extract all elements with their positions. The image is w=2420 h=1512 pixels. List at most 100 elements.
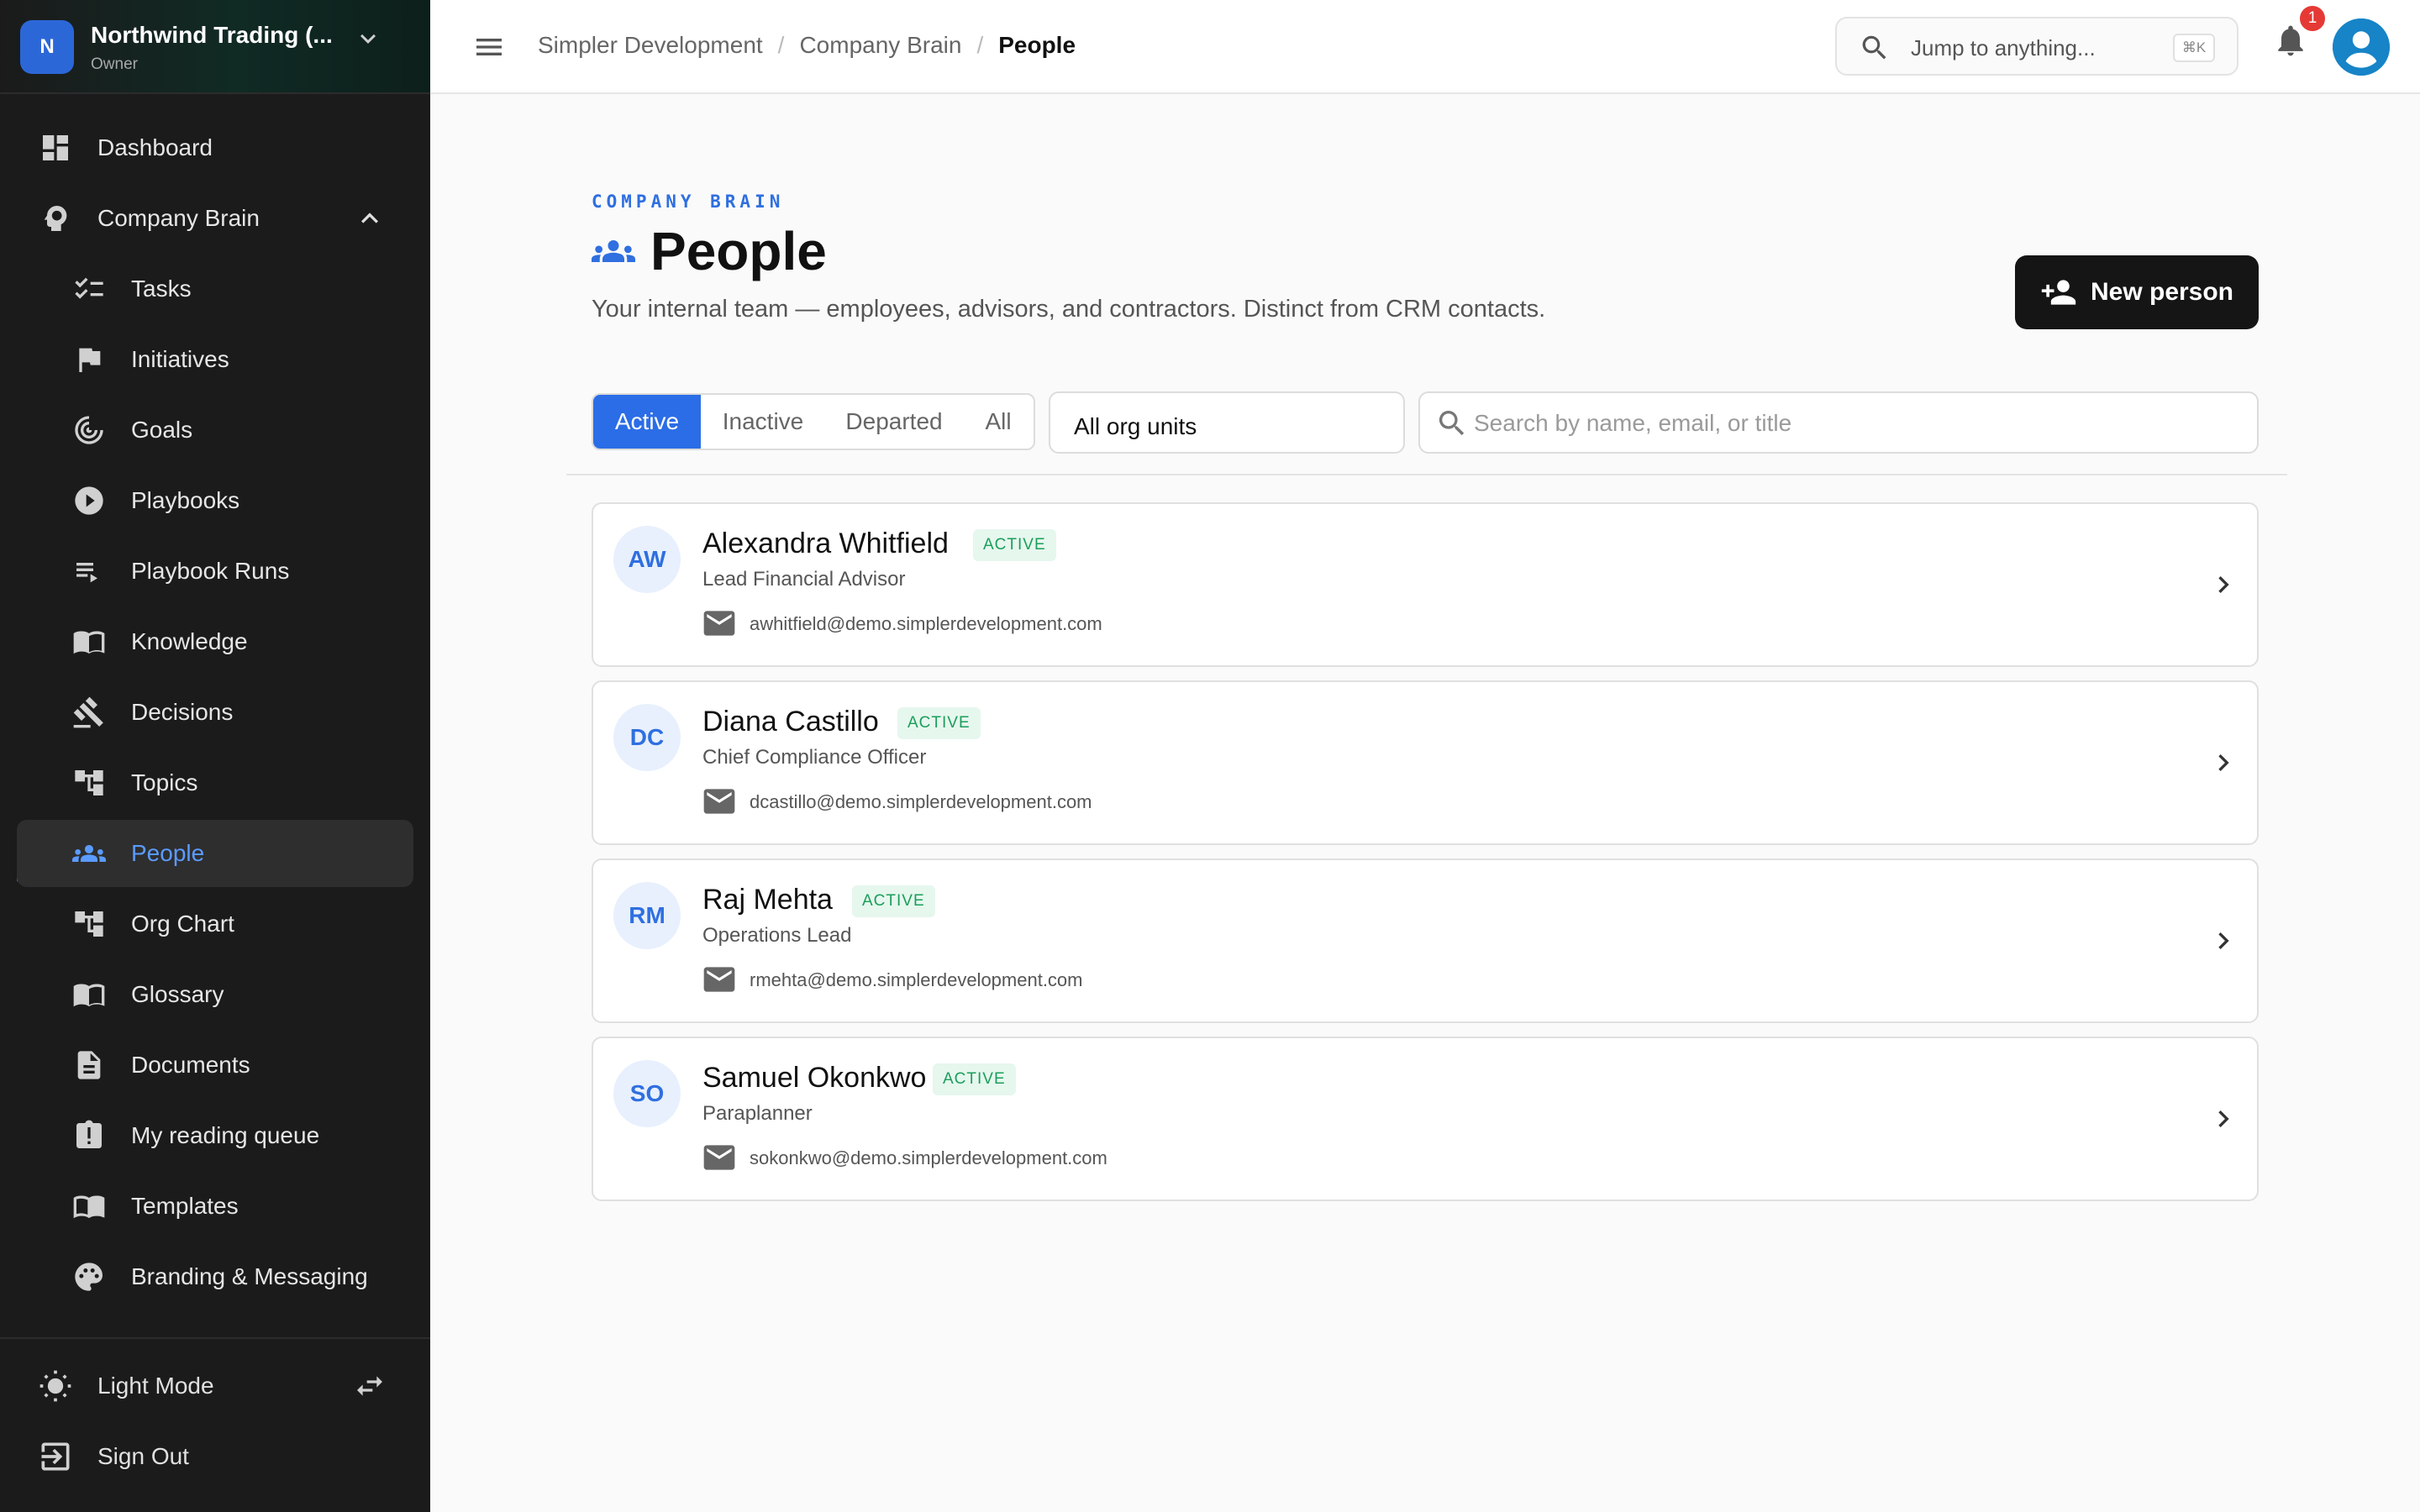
status-badge: ACTIVE [933, 1063, 1016, 1095]
person-title: Paraplanner [702, 1102, 813, 1125]
sidebar-item-playbooks[interactable]: Playbooks [17, 467, 413, 534]
sidebar-item-templates[interactable]: Templates [17, 1173, 413, 1240]
menu-icon[interactable] [472, 30, 506, 64]
mail-icon [701, 783, 738, 820]
person-name: Alexandra Whitfield [702, 528, 949, 559]
breadcrumb-item[interactable]: Company Brain [799, 32, 961, 59]
sidebar-item-label: Tasks [131, 276, 192, 302]
sidebar-item-people[interactable]: People [17, 820, 413, 887]
sidebar-item-label: Playbooks [131, 487, 240, 513]
sidebar-item-label: Initiatives [131, 346, 229, 372]
org-chart-icon [71, 906, 108, 942]
sidebar-item-label: Org Chart [131, 911, 234, 937]
status-tab-active[interactable]: Active [593, 395, 701, 449]
reading-queue-icon [71, 1117, 108, 1154]
status-filter: Active Inactive Departed All [592, 393, 1035, 450]
divider [566, 474, 2287, 475]
sidebar-item-tasks[interactable]: Tasks [17, 255, 413, 323]
page-title: People [650, 221, 827, 281]
logout-icon [37, 1438, 74, 1475]
new-person-button[interactable]: New person [2015, 255, 2259, 329]
person-card[interactable]: RM Raj Mehta ACTIVE Operations Lead rmeh… [592, 858, 2259, 1023]
tree-icon [71, 764, 108, 801]
sidebar-item-label: Glossary [131, 981, 224, 1007]
person-avatar: AW [613, 526, 681, 593]
status-tab-departed[interactable]: Departed [825, 395, 963, 449]
mail-icon [701, 605, 738, 642]
sidebar-item-org-chart[interactable]: Org Chart [17, 890, 413, 958]
people-search-input[interactable] [1474, 405, 2230, 442]
sidebar-item-label: Templates [131, 1193, 239, 1219]
sidebar-item-label: Playbook Runs [131, 558, 290, 584]
org-unit-select[interactable]: All org units [1049, 391, 1405, 454]
sidebar-item-decisions[interactable]: Decisions [17, 679, 413, 746]
breadcrumb-item[interactable]: Simpler Development [538, 32, 763, 59]
sidebar-nav: Dashboard Company Brain Tasks Initiative… [0, 94, 430, 1337]
people-search [1418, 391, 2259, 454]
chevron-right-icon [2207, 1102, 2240, 1136]
person-card[interactable]: AW Alexandra Whitfield ACTIVE Lead Finan… [592, 502, 2259, 667]
sidebar-item-label: Goals [131, 417, 193, 443]
workspace-avatar: N [20, 20, 74, 74]
people-icon [71, 835, 108, 872]
workspace-role: Owner [91, 55, 138, 73]
breadcrumb: Simpler Development / Company Brain / Pe… [538, 32, 1076, 59]
gavel-icon [71, 694, 108, 731]
status-badge: ACTIVE [852, 885, 935, 917]
theme-toggle[interactable]: Light Mode [17, 1352, 413, 1420]
sidebar-item-label: My reading queue [131, 1122, 320, 1148]
search-icon [1435, 407, 1469, 440]
person-email[interactable]: dcastillo@demo.simplerdevelopment.com [750, 791, 1092, 813]
top-bar: Simpler Development / Company Brain / Pe… [430, 0, 2420, 94]
sidebar-item-knowledge[interactable]: Knowledge [17, 608, 413, 675]
sidebar-item-playbook-runs[interactable]: Playbook Runs [17, 538, 413, 605]
person-card[interactable]: SO Samuel Okonkwo ACTIVE Paraplanner sok… [592, 1037, 2259, 1201]
avatar[interactable] [2333, 18, 2390, 76]
person-card[interactable]: DC Diana Castillo ACTIVE Chief Complianc… [592, 680, 2259, 845]
chevron-right-icon [2207, 746, 2240, 780]
sidebar-item-label: Branding & Messaging [131, 1263, 368, 1289]
dashboard-icon [37, 129, 74, 166]
status-badge: ACTIVE [897, 707, 981, 739]
status-tab-inactive[interactable]: Inactive [701, 395, 825, 449]
target-icon [71, 412, 108, 449]
page-subtitle: Your internal team — employees, advisors… [592, 296, 1546, 323]
status-tab-all[interactable]: All [963, 395, 1034, 449]
sidebar-item-reading-queue[interactable]: My reading queue [17, 1102, 413, 1169]
person-avatar: SO [613, 1060, 681, 1127]
chevron-up-icon[interactable] [353, 202, 387, 235]
sidebar-item-label: Dashboard [97, 134, 213, 160]
person-name: Diana Castillo [702, 706, 879, 738]
workspace-switcher[interactable]: N Northwind Trading (... Owner [0, 0, 430, 94]
status-badge: ACTIVE [973, 529, 1056, 561]
tasks-icon [71, 270, 108, 307]
sidebar-item-branding[interactable]: Branding & Messaging [17, 1243, 413, 1310]
sidebar-item-documents[interactable]: Documents [17, 1032, 413, 1099]
breadcrumb-separator: / [777, 32, 785, 58]
sign-out-label: Sign Out [97, 1443, 189, 1469]
sidebar-item-company-brain[interactable]: Company Brain [17, 185, 413, 252]
person-title: Chief Compliance Officer [702, 746, 927, 769]
person-name: Raj Mehta [702, 884, 833, 916]
sidebar-item-dashboard[interactable]: Dashboard [17, 114, 413, 181]
person-avatar: RM [613, 882, 681, 949]
sidebar-item-initiatives[interactable]: Initiatives [17, 326, 413, 393]
person-email[interactable]: rmehta@demo.simplerdevelopment.com [750, 969, 1083, 991]
person-avatar: DC [613, 704, 681, 771]
sidebar-item-glossary[interactable]: Glossary [17, 961, 413, 1028]
book-icon [71, 623, 108, 660]
global-search[interactable]: Jump to anything... ⌘K [1835, 17, 2238, 76]
person-email[interactable]: sokonkwo@demo.simplerdevelopment.com [750, 1147, 1107, 1169]
chevron-down-icon[interactable] [353, 24, 383, 54]
shortcut-hint: ⌘K [2173, 34, 2215, 62]
person-title: Operations Lead [702, 924, 852, 947]
mail-icon [701, 1139, 738, 1176]
sidebar-item-label: Documents [131, 1052, 250, 1078]
person-email[interactable]: awhitfield@demo.simplerdevelopment.com [750, 613, 1102, 635]
sidebar-item-goals[interactable]: Goals [17, 396, 413, 464]
document-icon [71, 1047, 108, 1084]
playlist-icon [71, 553, 108, 590]
palette-icon [71, 1258, 108, 1295]
sign-out-button[interactable]: Sign Out [17, 1423, 413, 1490]
sidebar-item-topics[interactable]: Topics [17, 749, 413, 816]
